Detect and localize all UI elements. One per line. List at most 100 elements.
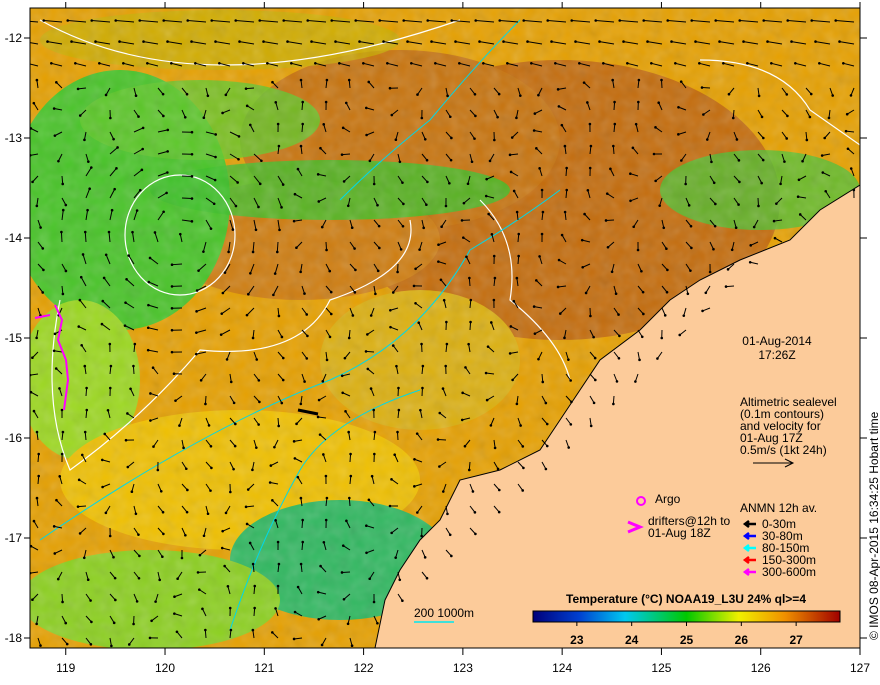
arrow-head: [201, 608, 204, 611]
arrow-head: [323, 541, 326, 544]
arrow-head: [594, 357, 597, 360]
arrow-head: [295, 423, 298, 426]
arrow-head: [615, 292, 618, 295]
arrow-head: [325, 101, 328, 104]
lat-tick-label: -16: [5, 431, 23, 445]
arrow-head: [426, 181, 429, 184]
arrow-head: [207, 512, 210, 515]
arrow-head: [842, 62, 845, 65]
arrow-head: [446, 343, 449, 346]
arrow-head: [142, 127, 145, 130]
arrow-head: [416, 511, 419, 514]
arrow-head: [706, 138, 709, 141]
arrow-head: [736, 138, 739, 141]
arrow-head: [90, 19, 93, 22]
arrow-head: [253, 607, 256, 610]
arrow-head: [195, 353, 198, 356]
arrow-head: [229, 607, 232, 610]
arrow-head: [345, 102, 348, 105]
arrow-head: [594, 379, 597, 382]
arrow-head: [511, 379, 514, 382]
arrow-head: [823, 137, 826, 140]
arrow-head: [690, 225, 693, 228]
arrow-head: [330, 313, 333, 316]
arrow-head: [347, 431, 350, 434]
arrow-head: [257, 423, 260, 426]
anmn-title: ANMN 12h av.: [740, 501, 817, 515]
arrow-head: [274, 101, 277, 104]
arrow-head: [421, 117, 424, 120]
arrow-head: [322, 453, 325, 456]
arrow-head: [344, 410, 347, 413]
arrow-head: [294, 457, 297, 460]
arrow-head: [280, 206, 283, 209]
arrow-head: [546, 445, 549, 448]
arrow-head: [225, 94, 228, 97]
arrow-head: [83, 365, 86, 368]
credit-text: © IMOS 08-Apr-2015 16:34:25 Hobart time: [867, 411, 880, 640]
arrow-head: [365, 350, 368, 353]
arrow-head: [226, 358, 229, 361]
arrow-head: [714, 203, 717, 206]
arrow-head: [207, 94, 210, 97]
arrow-head: [533, 129, 536, 132]
arrow-head: [129, 387, 132, 390]
arrow-head: [474, 115, 477, 118]
arrow-head: [422, 365, 425, 368]
arrow-head: [666, 291, 669, 294]
arrow-head: [443, 299, 446, 302]
arrow-head: [450, 19, 453, 22]
arrow-head: [612, 145, 615, 148]
anmn-depth-label: 300-600m: [762, 565, 816, 579]
arrow-head: [259, 183, 262, 186]
arrow-head: [654, 126, 657, 129]
arrow-head: [590, 145, 593, 148]
arrow-head: [637, 101, 640, 104]
arrow-head: [450, 555, 453, 558]
arrow-head: [108, 231, 111, 234]
arrow-head: [446, 95, 449, 98]
arrow-head: [416, 93, 419, 96]
arrow-head: [62, 293, 65, 296]
arrow-head: [494, 277, 497, 280]
arrow-head: [36, 79, 39, 82]
arrow-head: [186, 19, 189, 22]
arrow-head: [366, 333, 369, 336]
arrow-head: [139, 189, 142, 192]
arrow-head: [252, 563, 255, 566]
arrow-head: [105, 94, 108, 97]
arrow-head: [522, 467, 525, 470]
arrow-head: [632, 225, 635, 228]
arrow-head: [742, 40, 745, 43]
arrow-head: [81, 454, 84, 457]
arrow-head: [260, 159, 263, 162]
arrow-head: [352, 314, 355, 317]
arrow-head: [269, 481, 272, 484]
arrow-head: [141, 148, 144, 151]
arrow-head: [210, 467, 213, 470]
arrow-head: [64, 622, 67, 625]
arrow-head: [171, 307, 174, 310]
arrow-head: [541, 189, 544, 192]
arrow-head: [35, 623, 38, 626]
arrow-head: [662, 227, 665, 230]
arrow-head: [487, 345, 490, 348]
arrow-head: [727, 268, 730, 271]
arrow-head: [245, 506, 248, 509]
arrow-head: [191, 131, 194, 134]
arrow-head: [598, 40, 601, 43]
arrow-head: [702, 113, 705, 116]
arrow-head: [498, 489, 501, 492]
arrow-head: [341, 571, 344, 574]
arrow-head: [462, 236, 465, 239]
arrow-head: [66, 643, 69, 646]
arrow-head: [578, 62, 581, 65]
arrow-head: [258, 401, 261, 404]
arrow-head: [393, 453, 396, 456]
arrow-head: [390, 478, 393, 481]
arrow-head: [718, 40, 721, 43]
arrow-head: [485, 195, 488, 198]
arrow-head: [297, 476, 300, 479]
arrow-head: [519, 424, 522, 427]
arrow-head: [585, 292, 588, 295]
